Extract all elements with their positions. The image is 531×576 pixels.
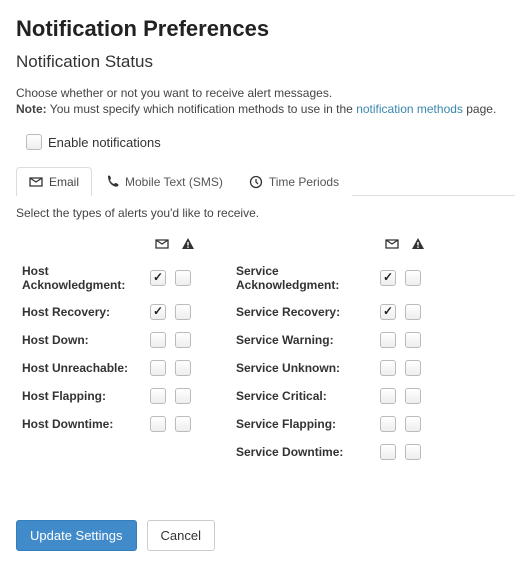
- host-row: Host Down:: [22, 332, 196, 348]
- phone-icon: [105, 175, 119, 189]
- host-alert-checkbox[interactable]: [175, 360, 191, 376]
- service-row: Service Flapping:: [236, 416, 426, 432]
- service-row-label: Service Downtime:: [236, 445, 380, 459]
- host-row-label: Host Flapping:: [22, 389, 150, 403]
- service-alert-checkbox[interactable]: [405, 444, 421, 460]
- service-row-label: Service Recovery:: [236, 305, 380, 319]
- service-row: Service Unknown:: [236, 360, 426, 376]
- service-row: Service Downtime:: [236, 444, 426, 460]
- host-row: Host Downtime:: [22, 416, 196, 432]
- update-settings-button[interactable]: Update Settings: [16, 520, 137, 551]
- host-row-label: Host Recovery:: [22, 305, 150, 319]
- warning-icon: [410, 236, 426, 252]
- envelope-icon: [154, 236, 170, 252]
- section-subtitle: Notification Status: [16, 52, 515, 72]
- intro-note-label: Note:: [16, 102, 47, 116]
- service-email-checkbox[interactable]: [380, 332, 396, 348]
- tab-email[interactable]: Email: [16, 167, 92, 196]
- service-alert-checkbox[interactable]: [405, 388, 421, 404]
- host-row: Host Recovery:: [22, 304, 196, 320]
- tab-sms[interactable]: Mobile Text (SMS): [92, 167, 236, 196]
- service-email-checkbox[interactable]: [380, 444, 396, 460]
- cancel-button[interactable]: Cancel: [147, 520, 215, 551]
- service-email-checkbox[interactable]: [380, 304, 396, 320]
- clock-icon: [249, 175, 263, 189]
- service-row-label: Service Critical:: [236, 389, 380, 403]
- intro-line1: Choose whether or not you want to receiv…: [16, 86, 515, 100]
- help-text: Select the types of alerts you'd like to…: [16, 206, 515, 220]
- host-email-checkbox[interactable]: [150, 304, 166, 320]
- tab-periods[interactable]: Time Periods: [236, 167, 352, 196]
- service-row: Service Recovery:: [236, 304, 426, 320]
- envelope-icon: [29, 175, 43, 189]
- service-alert-checkbox[interactable]: [405, 270, 421, 286]
- host-email-checkbox[interactable]: [150, 332, 166, 348]
- service-row-label: Service Acknowledgment:: [236, 264, 380, 292]
- host-email-checkbox[interactable]: [150, 270, 166, 286]
- service-alert-checkbox[interactable]: [405, 332, 421, 348]
- host-alert-checkbox[interactable]: [175, 416, 191, 432]
- service-email-checkbox[interactable]: [380, 270, 396, 286]
- service-row-label: Service Warning:: [236, 333, 380, 347]
- intro-note-before: You must specify which notification meth…: [47, 102, 357, 116]
- service-email-checkbox[interactable]: [380, 416, 396, 432]
- service-email-checkbox[interactable]: [380, 360, 396, 376]
- notification-methods-link[interactable]: notification methods: [356, 102, 463, 116]
- host-row: Host Unreachable:: [22, 360, 196, 376]
- service-alert-checkbox[interactable]: [405, 304, 421, 320]
- service-row-label: Service Unknown:: [236, 361, 380, 375]
- host-email-checkbox[interactable]: [150, 388, 166, 404]
- tab-sms-label: Mobile Text (SMS): [125, 175, 223, 189]
- enable-notifications-checkbox[interactable]: [26, 134, 42, 150]
- envelope-icon: [384, 236, 400, 252]
- host-row-label: Host Acknowledgment:: [22, 264, 150, 292]
- host-row-label: Host Downtime:: [22, 417, 150, 431]
- service-row: Service Warning:: [236, 332, 426, 348]
- host-alert-checkbox[interactable]: [175, 332, 191, 348]
- host-email-checkbox[interactable]: [150, 416, 166, 432]
- page-title: Notification Preferences: [16, 16, 515, 42]
- tab-email-label: Email: [49, 175, 79, 189]
- intro-note: Note: You must specify which notificatio…: [16, 102, 515, 116]
- host-row-label: Host Down:: [22, 333, 150, 347]
- enable-notifications-label: Enable notifications: [48, 135, 161, 150]
- service-row: Service Critical:: [236, 388, 426, 404]
- host-row: Host Acknowledgment:: [22, 264, 196, 292]
- host-row: Host Flapping:: [22, 388, 196, 404]
- service-row-label: Service Flapping:: [236, 417, 380, 431]
- warning-icon: [180, 236, 196, 252]
- tab-periods-label: Time Periods: [269, 175, 339, 189]
- host-alert-checkbox[interactable]: [175, 270, 191, 286]
- host-row-label: Host Unreachable:: [22, 361, 150, 375]
- service-alert-checkbox[interactable]: [405, 360, 421, 376]
- host-alert-checkbox[interactable]: [175, 304, 191, 320]
- service-row: Service Acknowledgment:: [236, 264, 426, 292]
- tabs: Email Mobile Text (SMS) Time Periods: [16, 166, 515, 196]
- host-email-checkbox[interactable]: [150, 360, 166, 376]
- host-alert-checkbox[interactable]: [175, 388, 191, 404]
- service-alert-checkbox[interactable]: [405, 416, 421, 432]
- service-email-checkbox[interactable]: [380, 388, 396, 404]
- intro-note-after: page.: [463, 102, 496, 116]
